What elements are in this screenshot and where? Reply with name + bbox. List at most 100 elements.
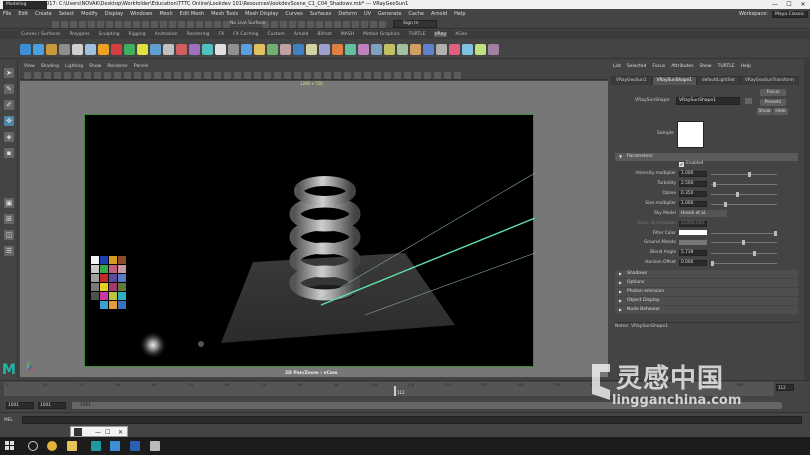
status-line-tool-icon[interactable] xyxy=(70,21,77,28)
turbidity-field[interactable]: 2.500 xyxy=(679,181,707,187)
shelf-tool-icon[interactable] xyxy=(267,44,278,55)
ground-albedo-swatch[interactable] xyxy=(679,240,707,245)
shelf-tool-icon[interactable] xyxy=(124,44,135,55)
workspace-dropdown[interactable]: Maya Classic xyxy=(772,10,808,18)
status-line-tool-icon[interactable] xyxy=(223,21,230,28)
shelf-tool-icon[interactable] xyxy=(384,44,395,55)
viewport-menu-item[interactable]: View xyxy=(24,64,35,69)
attribute-editor-menu-item[interactable]: Show xyxy=(699,64,711,69)
menu-item[interactable]: Mesh Display xyxy=(245,11,278,17)
shelf-tab[interactable]: Motion Graphics xyxy=(362,32,401,37)
lasso-tool-icon[interactable]: ✎ xyxy=(4,84,14,94)
hide-button[interactable]: Hide xyxy=(773,108,788,115)
resolution-gate[interactable] xyxy=(84,114,536,367)
viewport-tool-icon[interactable] xyxy=(94,72,101,79)
status-line-tool-icon[interactable] xyxy=(61,21,68,28)
shelf-tool-icon[interactable] xyxy=(111,44,122,55)
app-taskbar-icon[interactable] xyxy=(110,441,120,451)
status-line-tool-icon[interactable] xyxy=(352,21,359,28)
menu-item[interactable]: Windows xyxy=(130,11,152,17)
scale-tool-icon[interactable]: ▪ xyxy=(4,148,14,158)
viewport-tool-icon[interactable] xyxy=(444,72,451,79)
size-multiplier-field[interactable]: 1.000 xyxy=(679,201,707,207)
current-frame-field[interactable]: 112 xyxy=(776,384,794,391)
status-line-tool-icon[interactable] xyxy=(142,21,149,28)
rotate-tool-icon[interactable]: ◈ xyxy=(4,132,14,142)
node-tab[interactable]: VRayGeoSunTransform xyxy=(739,76,799,85)
viewport-tool-icon[interactable] xyxy=(144,72,151,79)
intensity-field[interactable]: 1.000 xyxy=(679,171,707,177)
windows-start-icon[interactable] xyxy=(5,441,15,451)
shelf-tool-icon[interactable] xyxy=(85,44,96,55)
shelf-tab[interactable]: MASH xyxy=(340,32,355,37)
menu-item[interactable]: Create xyxy=(35,11,52,17)
menu-set-dropdown[interactable]: Modeling xyxy=(3,1,47,9)
shelf-tab[interactable]: FX xyxy=(218,32,226,37)
maximize-button[interactable]: ☐ xyxy=(782,0,796,9)
sign-in-button[interactable]: Sign In xyxy=(393,20,437,28)
status-line-tool-icon[interactable] xyxy=(343,21,350,28)
single-pane-layout-icon[interactable]: ▣ xyxy=(4,198,14,208)
viewport-tool-icon[interactable] xyxy=(374,72,381,79)
menu-item[interactable]: Curves xyxy=(285,11,302,17)
shelf-tab[interactable]: Curves / Surfaces xyxy=(20,32,62,37)
menu-item[interactable]: Mesh Tools xyxy=(211,11,238,17)
node-tab[interactable]: VRayGeoSun1 xyxy=(611,76,652,85)
viewport-menu-item[interactable]: Shading xyxy=(41,64,59,69)
side-panel-tabs[interactable] xyxy=(804,60,810,380)
menu-item[interactable]: Generate xyxy=(378,11,401,17)
viewport-tool-icon[interactable] xyxy=(24,72,31,79)
viewport-tool-icon[interactable] xyxy=(404,72,411,79)
shelf-tab[interactable]: Bifrost xyxy=(316,32,333,37)
status-line-tool-icon[interactable] xyxy=(334,21,341,28)
viewport-tool-icon[interactable] xyxy=(254,72,261,79)
shelf-tab[interactable]: Sculpting xyxy=(98,32,121,37)
status-line-tool-icon[interactable] xyxy=(298,21,305,28)
viewport-tool-icon[interactable] xyxy=(314,72,321,79)
ground-albedo-slider-handle[interactable] xyxy=(742,240,745,245)
attribute-editor-menu-item[interactable]: List xyxy=(613,64,621,69)
viewport-menu-item[interactable]: Show xyxy=(89,64,101,69)
status-line-tool-icon[interactable] xyxy=(187,21,194,28)
viewport-tool-icon[interactable] xyxy=(354,72,361,79)
filter-color-slider-handle[interactable] xyxy=(774,231,777,236)
ozone-slider-handle[interactable] xyxy=(736,192,739,197)
app-taskbar-icon-2[interactable] xyxy=(150,441,160,451)
status-line-tool-icon[interactable] xyxy=(169,21,176,28)
outliner-layout-icon[interactable]: ☰ xyxy=(4,246,14,256)
filter-color-slider[interactable] xyxy=(711,233,777,234)
sky-model-dropdown[interactable]: Hosek et al. xyxy=(679,210,727,217)
horizon-offset-field[interactable]: 0.000 xyxy=(679,260,707,266)
shelf-tab[interactable]: Arnold xyxy=(293,32,310,37)
status-line-tool-icon[interactable] xyxy=(370,21,377,28)
close-button[interactable]: ✕ xyxy=(796,0,810,9)
status-line-tool-icon[interactable] xyxy=(97,21,104,28)
viewport-tool-icon[interactable] xyxy=(214,72,221,79)
presets-button[interactable]: Presets xyxy=(760,99,786,106)
blend-angle-slider-handle[interactable] xyxy=(753,251,756,256)
shelf-tab[interactable]: VRay xyxy=(433,32,448,37)
node-tab[interactable]: defaultLightSet xyxy=(696,76,740,85)
preview-restore-icon[interactable]: ☐ xyxy=(105,428,110,437)
menu-item[interactable]: Surfaces xyxy=(310,11,332,17)
shadows-section[interactable]: ▶ Shadows xyxy=(615,270,798,278)
viewport-tool-icon[interactable] xyxy=(154,72,161,79)
status-line-tool-icon[interactable] xyxy=(214,21,221,28)
shelf-tool-icon[interactable] xyxy=(410,44,421,55)
search-icon[interactable] xyxy=(28,441,38,451)
viewport-tool-icon[interactable] xyxy=(64,72,71,79)
options-section[interactable]: ▶ Options xyxy=(615,279,798,287)
node-behavior-section[interactable]: ▶ Node Behavior xyxy=(615,306,798,314)
status-line-tool-icon[interactable] xyxy=(205,21,212,28)
shelf-tab[interactable]: Custom xyxy=(267,32,286,37)
preview-minimize-icon[interactable]: — xyxy=(95,428,101,437)
status-line-tool-icon[interactable] xyxy=(160,21,167,28)
shelf-tool-icon[interactable] xyxy=(215,44,226,55)
viewport-tool-icon[interactable] xyxy=(264,72,271,79)
viewport-tool-icon[interactable] xyxy=(124,72,131,79)
shelf-tool-icon[interactable] xyxy=(72,44,83,55)
attribute-editor-menu-item[interactable]: Selected xyxy=(627,64,647,69)
menu-item[interactable]: Cache xyxy=(408,11,424,17)
viewport-tool-icon[interactable] xyxy=(424,72,431,79)
viewport-tool-icon[interactable] xyxy=(384,72,391,79)
